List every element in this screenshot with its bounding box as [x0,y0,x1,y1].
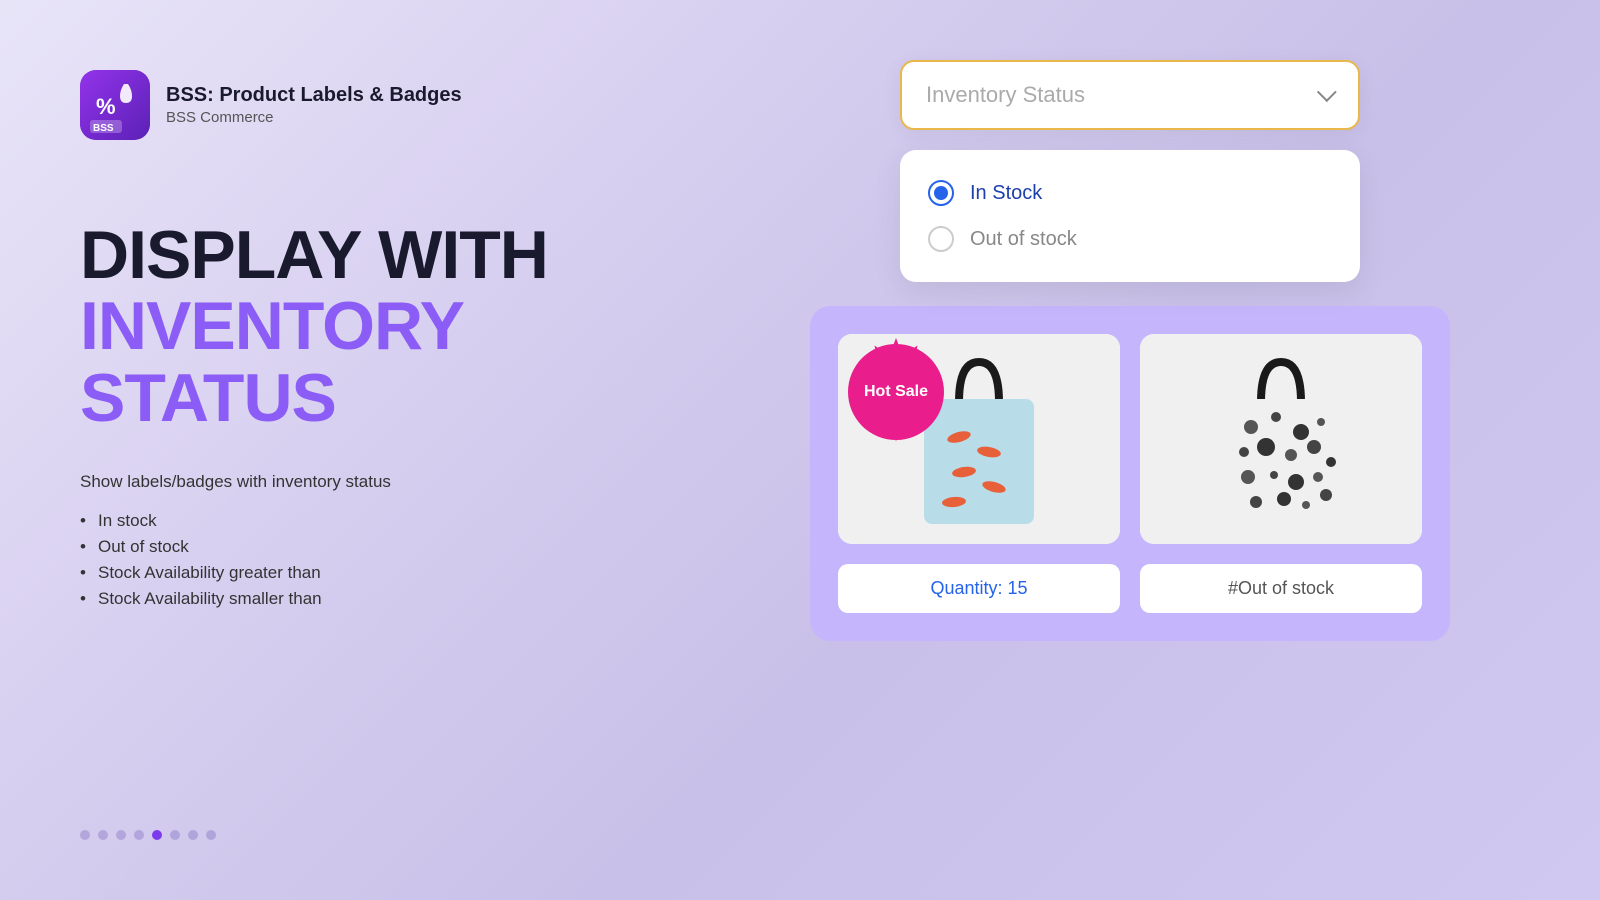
logo-text-block: BSS: Product Labels & Badges BSS Commerc… [166,84,462,126]
logo-title: BSS: Product Labels & Badges [166,84,462,107]
product-image-2 [1140,334,1422,544]
status-labels-row: Quantity: 15 #Out of stock [838,564,1422,613]
bullet-item-3: Stock Availability greater than [80,560,660,586]
svg-text:BSS: BSS [93,123,114,134]
dot-8[interactable] [206,830,216,840]
dot-2[interactable] [98,830,108,840]
bullet-item-4: Stock Availability smaller than [80,586,660,612]
hot-sale-badge: Hot Sale [848,344,944,440]
svg-text:%: % [96,94,116,119]
pagination-dots [80,790,660,840]
tote-bag-svg-2 [1206,347,1356,532]
heading-line3: STATUS [80,360,336,436]
app-logo-icon: % BSS [80,70,150,140]
radio-circle-unselected [928,226,954,252]
dot-3[interactable] [116,830,126,840]
product-cards-row: Hot Sale [838,334,1422,544]
dot-4[interactable] [134,830,144,840]
logo-area: % BSS BSS: Product Labels & Badges BSS C… [80,70,660,140]
badge-label: Hot Sale [864,382,928,401]
bullet-item-2: Out of stock [80,534,660,560]
logo-subtitle: BSS Commerce [166,109,462,126]
main-heading: DISPLAY WITH INVENTORY STATUS [80,220,660,434]
inventory-status-dropdown[interactable]: Inventory Status [900,60,1360,130]
dot-5-active[interactable] [152,830,162,840]
dot-7[interactable] [188,830,198,840]
out-of-stock-label: #Out of stock [1140,564,1422,613]
radio-option-out-of-stock[interactable]: Out of stock [928,216,1332,262]
left-panel: % BSS BSS: Product Labels & Badges BSS C… [80,60,660,840]
heading-line2: INVENTORY [80,288,464,364]
dropdown-container: Inventory Status [900,60,1360,130]
heading-display: DISPLAY WITH INVENTORY STATUS [80,220,660,434]
dot-1[interactable] [80,830,90,840]
dot-6[interactable] [170,830,180,840]
product-card-1: Hot Sale [838,334,1120,544]
chevron-down-icon [1314,85,1334,105]
feature-list: In stock Out of stock Stock Availability… [80,508,660,612]
radio-circle-selected [928,180,954,206]
starburst-icon: Hot Sale [848,344,944,440]
right-panel: Inventory Status In Stock Out of stock [740,60,1520,840]
radio-label-in-stock: In Stock [970,182,1042,205]
page-container: % BSS BSS: Product Labels & Badges BSS C… [0,0,1600,900]
radio-label-out-of-stock: Out of stock [970,228,1077,251]
quantity-label: Quantity: 15 [838,564,1120,613]
radio-options-panel: In Stock Out of stock [900,150,1360,282]
products-area: Hot Sale [810,306,1450,641]
dropdown-placeholder: Inventory Status [926,82,1085,108]
bullet-item-1: In stock [80,508,660,534]
radio-option-in-stock[interactable]: In Stock [928,170,1332,216]
feature-description: Show labels/badges with inventory status [80,472,660,492]
product-card-2 [1140,334,1422,544]
heading-line1: DISPLAY WITH [80,217,548,293]
